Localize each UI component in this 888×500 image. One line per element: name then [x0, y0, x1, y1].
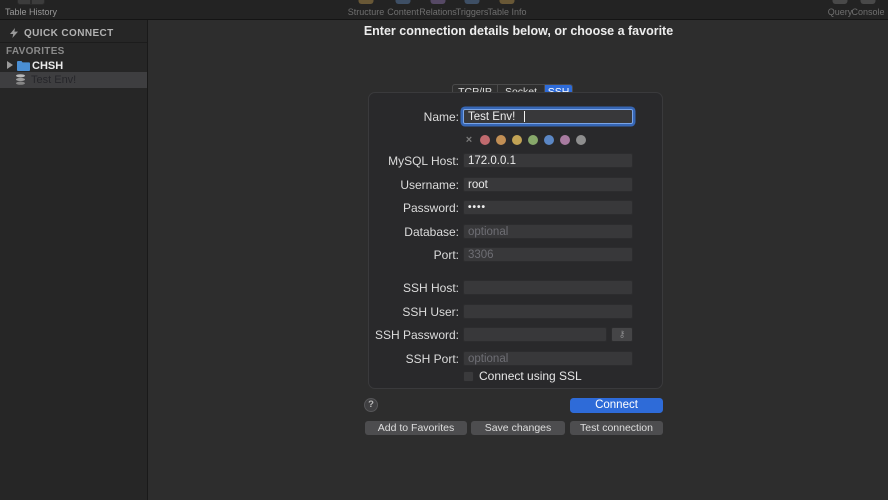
- toolbar-console[interactable]: Console: [848, 0, 888, 20]
- name-label: Name:: [423, 110, 459, 124]
- username-label: Username:: [400, 178, 459, 192]
- text-caret: [524, 111, 525, 122]
- sidebar-divider: [0, 42, 147, 43]
- history-forward-button[interactable]: [31, 0, 45, 5]
- quick-connect-item[interactable]: QUICK CONNECT: [0, 26, 147, 41]
- clear-color-icon[interactable]: ×: [463, 135, 475, 146]
- color-swatch-orange[interactable]: [496, 135, 506, 145]
- history-back-button[interactable]: [17, 0, 31, 5]
- lightning-bolt-icon: [10, 28, 18, 38]
- database-label: Database:: [404, 225, 459, 239]
- color-swatch-blue[interactable]: [544, 135, 554, 145]
- color-swatch-green[interactable]: [528, 135, 538, 145]
- query-icon: [832, 0, 848, 4]
- ssh-port-row: SSH Port:: [369, 351, 662, 367]
- ssh-user-input[interactable]: [463, 304, 633, 319]
- ssh-host-label: SSH Host:: [402, 281, 459, 295]
- name-input[interactable]: [463, 109, 633, 124]
- ssl-checkbox-label: Connect using SSL: [479, 369, 582, 383]
- color-swatch-yellow[interactable]: [512, 135, 522, 145]
- port-input[interactable]: [463, 247, 633, 262]
- favorites-folder-chsh[interactable]: CHSH: [0, 59, 147, 73]
- port-row: Port:: [369, 247, 662, 263]
- username-input[interactable]: [463, 177, 633, 192]
- connection-form-panel: Name: × MySQL Host: Username: Password:: [368, 92, 663, 389]
- password-label: Password:: [402, 201, 459, 215]
- ssl-row: Connect using SSL: [463, 369, 582, 383]
- triggers-icon: [464, 0, 480, 4]
- ssh-port-label: SSH Port:: [405, 352, 459, 366]
- color-swatch-red[interactable]: [480, 135, 490, 145]
- favorites-header: FAVORITES: [6, 46, 65, 57]
- console-icon: [860, 0, 876, 4]
- folder-icon: [17, 61, 30, 71]
- history-back-forward[interactable]: [17, 0, 45, 5]
- color-swatch-purple[interactable]: [560, 135, 570, 145]
- ssh-key-button[interactable]: ⚷: [611, 327, 633, 342]
- key-icon: ⚷: [618, 329, 626, 339]
- database-icon: [16, 74, 25, 85]
- favorite-item-selected[interactable]: Test Env!: [0, 72, 147, 88]
- toolbar-table-info[interactable]: Table Info: [484, 0, 530, 20]
- ssh-user-row: SSH User:: [369, 304, 662, 320]
- table-history-label: Table History: [5, 7, 58, 17]
- help-button[interactable]: ?: [364, 398, 378, 412]
- relations-icon: [430, 0, 446, 4]
- ssh-host-input[interactable]: [463, 280, 633, 295]
- content-icon: [395, 0, 411, 4]
- connect-button[interactable]: Connect: [570, 398, 663, 413]
- database-input[interactable]: [463, 224, 633, 239]
- top-toolbar: Table History Structure Content Relation…: [0, 0, 888, 20]
- mysql-host-label: MySQL Host:: [388, 154, 459, 168]
- ssh-password-label: SSH Password:: [374, 328, 459, 342]
- test-connection-button[interactable]: Test connection: [570, 421, 663, 435]
- favorite-color-picker: ×: [463, 134, 592, 146]
- ssh-password-input[interactable]: [463, 327, 607, 342]
- mysql-host-row: MySQL Host:: [369, 153, 662, 169]
- name-row: Name:: [369, 109, 662, 125]
- connect-using-ssl-checkbox[interactable]: [463, 370, 474, 382]
- port-label: Port:: [433, 248, 459, 262]
- password-input[interactable]: [463, 200, 633, 215]
- mysql-host-input[interactable]: [463, 153, 633, 168]
- app-window: Table History Structure Content Relation…: [0, 0, 888, 500]
- ssh-password-row: SSH Password: ⚷: [369, 327, 662, 343]
- add-to-favorites-button[interactable]: Add to Favorites: [365, 421, 467, 435]
- disclosure-triangle-icon[interactable]: [7, 61, 13, 69]
- database-row: Database:: [369, 224, 662, 240]
- username-row: Username:: [369, 177, 662, 193]
- ssh-port-input[interactable]: [463, 351, 633, 366]
- favorites-sidebar: QUICK CONNECT FAVORITES CHSH Test Env!: [0, 20, 148, 500]
- structure-icon: [358, 0, 374, 4]
- ssh-host-row: SSH Host:: [369, 280, 662, 296]
- ssh-user-label: SSH User:: [402, 305, 459, 319]
- color-swatch-gray[interactable]: [576, 135, 586, 145]
- save-changes-button[interactable]: Save changes: [471, 421, 565, 435]
- password-row: Password:: [369, 200, 662, 216]
- page-title: Enter connection details below, or choos…: [363, 24, 674, 38]
- table-info-icon: [499, 0, 515, 4]
